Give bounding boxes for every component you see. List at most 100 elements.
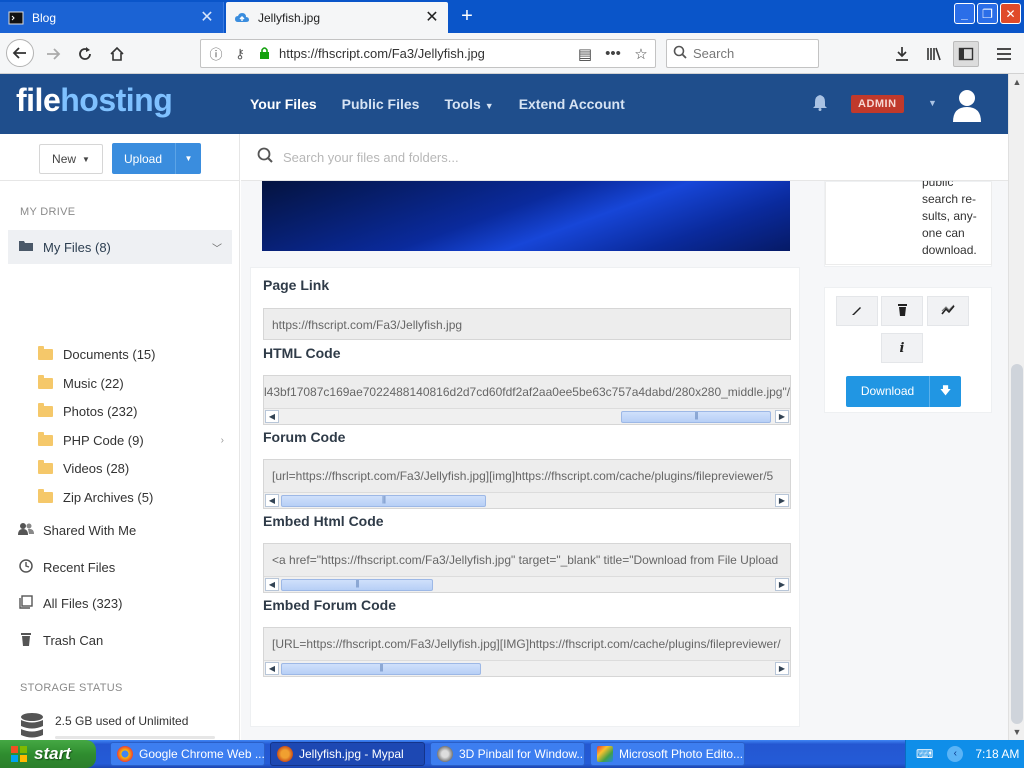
tab-title: Jellyfish.jpg bbox=[258, 10, 321, 25]
nav-tools[interactable]: Tools ▼ bbox=[444, 96, 493, 112]
more-actions-icon[interactable]: ••• bbox=[599, 45, 627, 62]
horizontal-scrollbar[interactable]: ◀ ▶ bbox=[264, 576, 790, 592]
scroll-left-icon[interactable]: ◀ bbox=[265, 494, 279, 507]
admin-badge[interactable]: ADMIN bbox=[851, 95, 904, 113]
tab-jellyfish[interactable]: Jellyfish.jpg ✕ bbox=[226, 2, 448, 33]
lock-icon[interactable] bbox=[255, 46, 273, 62]
minimize-button[interactable]: _ bbox=[954, 3, 975, 24]
browser-search-box[interactable] bbox=[666, 39, 819, 68]
download-arrow-icon[interactable]: 🡇 bbox=[929, 376, 961, 407]
trash-icon bbox=[897, 303, 908, 319]
bookmark-star-icon[interactable]: ☆ bbox=[627, 45, 655, 63]
clock[interactable]: 7:18 AM bbox=[975, 747, 1019, 761]
scroll-right-icon[interactable]: ▶ bbox=[775, 662, 789, 675]
horizontal-scrollbar[interactable]: ◀ ▶ bbox=[264, 660, 790, 676]
hamburger-menu-button[interactable] bbox=[991, 41, 1017, 67]
folder-icon bbox=[38, 374, 53, 389]
bell-icon[interactable] bbox=[812, 94, 828, 116]
sidebar-item-shared-with-me[interactable]: Shared With Me bbox=[18, 519, 136, 541]
reader-view-icon[interactable]: ▤ bbox=[571, 45, 599, 63]
taskbar-item-mypal[interactable]: Jellyfish.jpg - Mypal bbox=[270, 742, 425, 766]
restore-button[interactable]: ❐ bbox=[977, 3, 998, 24]
close-window-button[interactable]: ✕ bbox=[1000, 3, 1021, 24]
database-icon bbox=[20, 712, 44, 740]
delete-button[interactable] bbox=[881, 296, 923, 326]
page-link-field[interactable]: https://fhscript.com/Fa3/Jellyfish.jpg bbox=[263, 308, 791, 340]
embed-html-code-field[interactable]: <a href="https://fhscript.com/Fa3/Jellyf… bbox=[263, 543, 791, 593]
address-bar[interactable]: ⓘ ⚷ https://fhscript.com/Fa3/Jellyfish.j… bbox=[200, 39, 656, 68]
sidebar-folder-photos[interactable]: Photos (232) bbox=[38, 400, 230, 422]
scroll-right-icon[interactable]: ▶ bbox=[775, 410, 789, 423]
taskbar-item-chrome[interactable]: Google Chrome Web ... bbox=[110, 742, 265, 766]
close-tab-icon[interactable]: ✕ bbox=[424, 9, 440, 26]
sidebar-item-trash-can[interactable]: Trash Can bbox=[18, 629, 103, 651]
info-button[interactable]: i bbox=[881, 333, 923, 363]
scrollbar-thumb[interactable] bbox=[281, 495, 486, 507]
sidebar-folder-videos[interactable]: Videos (28) bbox=[38, 457, 230, 479]
file-preview-image[interactable] bbox=[262, 181, 790, 251]
sidebar-item-my-files[interactable]: My Files (8) ﹀ bbox=[8, 230, 232, 264]
forum-code-field[interactable]: [url=https://fhscript.com/Fa3/Jellyfish.… bbox=[263, 459, 791, 509]
sidebar-item-all-files[interactable]: All Files (323) bbox=[18, 592, 122, 614]
scrollbar-thumb[interactable] bbox=[281, 663, 481, 675]
scroll-left-icon[interactable]: ◀ bbox=[265, 578, 279, 591]
nav-your-files[interactable]: Your Files bbox=[250, 96, 317, 112]
site-logo[interactable]: filehosting bbox=[16, 82, 173, 119]
user-avatar-icon[interactable] bbox=[952, 88, 982, 122]
sidebar-item-recent-files[interactable]: Recent Files bbox=[18, 556, 115, 578]
scroll-right-icon[interactable]: ▶ bbox=[775, 494, 789, 507]
scroll-left-icon[interactable]: ◀ bbox=[265, 662, 279, 675]
scroll-left-icon[interactable]: ◀ bbox=[265, 410, 279, 423]
scroll-down-icon[interactable]: ▼ bbox=[1009, 724, 1024, 740]
info-icon[interactable]: ⓘ bbox=[207, 44, 225, 63]
chevron-down-icon[interactable]: ﹀ bbox=[212, 240, 222, 255]
horizontal-scrollbar[interactable]: ◀ ▶ bbox=[264, 408, 790, 424]
forward-button[interactable] bbox=[40, 41, 66, 67]
close-tab-icon[interactable]: ✕ bbox=[199, 9, 215, 26]
new-button[interactable]: New ▼ bbox=[39, 144, 103, 174]
stats-button[interactable] bbox=[927, 296, 969, 326]
url-text[interactable]: https://fhscript.com/Fa3/Jellyfish.jpg bbox=[279, 46, 571, 61]
tab-blog[interactable]: Blog ✕ bbox=[0, 2, 224, 33]
keyboard-icon[interactable]: ⌨ bbox=[916, 747, 933, 761]
new-tab-button[interactable]: + bbox=[456, 5, 478, 27]
downloads-button[interactable] bbox=[889, 41, 915, 67]
library-button[interactable] bbox=[921, 41, 947, 67]
sidebar-folder-documents[interactable]: Documents (15) bbox=[38, 343, 230, 365]
sidebar-folder-music[interactable]: Music (22) bbox=[38, 372, 230, 394]
taskbar-item-pinball[interactable]: 3D Pinball for Window... bbox=[430, 742, 585, 766]
nav-public-files[interactable]: Public Files bbox=[342, 96, 420, 112]
embed-forum-code-field[interactable]: [URL=https://fhscript.com/Fa3/Jellyfish.… bbox=[263, 627, 791, 677]
show-hidden-icons-icon[interactable]: ‹ bbox=[947, 746, 964, 762]
html-code-field[interactable]: l43bf17087c169ae7022488140816d2d7cd60fdf… bbox=[263, 375, 791, 425]
files-search-input[interactable] bbox=[283, 149, 763, 165]
back-button[interactable] bbox=[6, 39, 34, 67]
scrollbar-thumb[interactable] bbox=[621, 411, 771, 423]
scroll-up-icon[interactable]: ▲ bbox=[1009, 74, 1024, 90]
caret-down-icon[interactable]: ▼ bbox=[175, 143, 201, 174]
nav-extend-account[interactable]: Extend Account bbox=[519, 96, 625, 112]
taskbar-item-photo-editor[interactable]: Microsoft Photo Edito... bbox=[590, 742, 745, 766]
download-button[interactable]: Download 🡇 bbox=[846, 376, 961, 407]
chevron-right-icon[interactable]: › bbox=[221, 435, 224, 446]
edit-button[interactable] bbox=[836, 296, 878, 326]
sidebar-folder-zip-archives[interactable]: Zip Archives (5) bbox=[38, 486, 230, 508]
sidebar-folder-php-code[interactable]: PHP Code (9) › bbox=[38, 429, 230, 451]
scrollbar-thumb[interactable] bbox=[1011, 364, 1023, 724]
caret-down-icon[interactable]: ▼ bbox=[928, 98, 937, 108]
reload-button[interactable] bbox=[72, 41, 98, 67]
folder-icon bbox=[38, 488, 53, 503]
key-icon[interactable]: ⚷ bbox=[231, 46, 249, 62]
share-codes-panel: Page Link https://fhscript.com/Fa3/Jelly… bbox=[250, 267, 800, 727]
scroll-right-icon[interactable]: ▶ bbox=[775, 578, 789, 591]
page-vertical-scrollbar[interactable]: ▲ ▼ bbox=[1008, 74, 1024, 740]
horizontal-scrollbar[interactable]: ◀ ▶ bbox=[264, 492, 790, 508]
sidebars-button[interactable] bbox=[953, 41, 979, 67]
upload-button[interactable]: Upload ▼ bbox=[112, 143, 201, 174]
windows-taskbar: start Google Chrome Web ... Jellyfish.jp… bbox=[0, 740, 1024, 768]
storage-status-heading: STORAGE STATUS bbox=[20, 682, 123, 694]
home-button[interactable] bbox=[104, 41, 130, 67]
start-button[interactable]: start bbox=[0, 740, 96, 768]
search-input[interactable] bbox=[693, 46, 813, 61]
scrollbar-thumb[interactable] bbox=[281, 579, 433, 591]
